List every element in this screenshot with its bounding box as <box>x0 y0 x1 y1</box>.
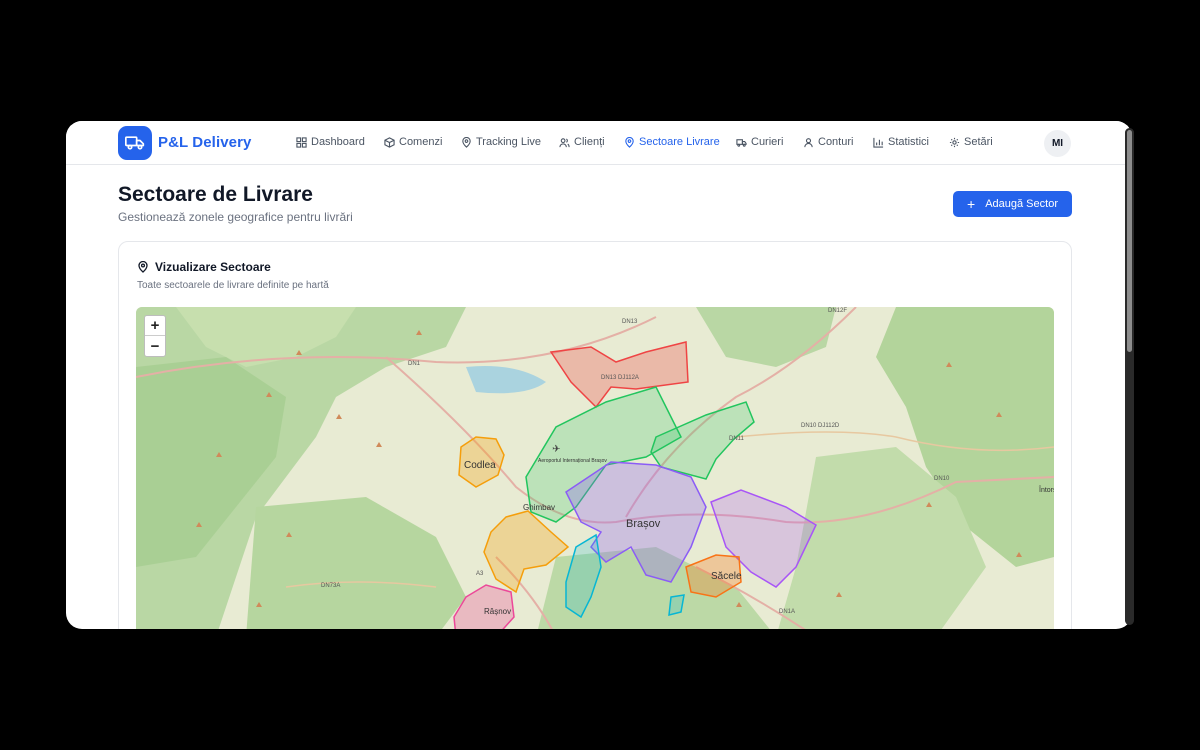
page-title: Sectoare de Livrare <box>118 183 313 206</box>
nav-item-label: Tracking Live <box>476 136 542 148</box>
nav-item-conturi[interactable]: Conturi <box>803 136 853 148</box>
add-sector-button[interactable]: + Adaugă Sector <box>953 191 1072 217</box>
nav-item-label: Comenzi <box>399 136 443 148</box>
road-label: DN1 <box>408 361 421 367</box>
road-label: DN13 <box>622 319 638 325</box>
scrollbar-thumb[interactable] <box>1127 130 1132 352</box>
nav-item-label: Conturi <box>818 136 854 148</box>
add-sector-label: Adaugă Sector <box>985 198 1058 210</box>
zoom-out-button[interactable]: − <box>145 336 165 356</box>
bar-chart-icon <box>873 137 884 148</box>
nav-item-dashboard[interactable]: Dashboard <box>296 136 365 148</box>
nav-item-label: Setări <box>964 136 993 148</box>
grid-icon <box>296 136 307 148</box>
map-pin-icon <box>138 261 148 273</box>
sector-polygon <box>668 594 685 616</box>
town-label: Ghimbav <box>523 503 555 512</box>
scrollbar[interactable] <box>1125 128 1134 625</box>
user-icon <box>804 137 813 147</box>
nav-item-statistici[interactable]: Statistici <box>873 136 929 148</box>
nav-item-tracking-live[interactable]: Tracking Live <box>461 136 541 148</box>
nav-item-setari[interactable]: Setări <box>949 136 993 148</box>
top-navigation-bar: P&L Delivery Dashboard Comenzi Tracking … <box>66 121 1132 165</box>
road-label: DN11 <box>729 436 745 442</box>
nav-item-curieri[interactable]: Curieri <box>736 136 783 148</box>
package-icon <box>384 136 395 148</box>
town-label: Râșnov <box>484 607 511 616</box>
logo[interactable] <box>118 126 152 160</box>
card-title: Vizualizare Sectoare <box>155 260 271 274</box>
nav-item-label: Clienți <box>574 136 605 148</box>
truck-icon <box>736 138 747 147</box>
town-label: Codlea <box>464 460 496 471</box>
plus-icon: + <box>967 196 976 212</box>
nav-item-comenzi[interactable]: Comenzi <box>384 136 442 148</box>
zoom-controls: + − <box>144 315 166 357</box>
map-canvas[interactable]: ✈ Codlea Brașov Săcele Râșnov Ghimbav Ae… <box>136 307 1054 629</box>
app-window: P&L Delivery Dashboard Comenzi Tracking … <box>66 121 1132 629</box>
page-subtitle: Gestionează zonele geografice pentru liv… <box>118 210 353 224</box>
users-icon <box>559 137 570 147</box>
road-label: DN13 DJ112A <box>601 375 639 381</box>
road-label: DN10 DJ112D <box>801 423 840 429</box>
road-label: DN10 <box>934 476 950 482</box>
town-label: Săcele <box>711 571 742 582</box>
map-pin-icon <box>625 136 634 148</box>
road-label: DN73A <box>321 583 340 589</box>
nav-item-sectoare-livrare[interactable]: Sectoare Livrare <box>624 136 720 148</box>
town-label: Aeroportul Internațional Brașov <box>538 458 607 464</box>
nav-item-label: Sectoare Livrare <box>639 136 720 148</box>
nav-item-label: Dashboard <box>311 136 365 148</box>
gear-icon <box>949 137 960 147</box>
road-label: A3 <box>476 571 484 577</box>
town-label: Întorsura <box>1038 485 1054 494</box>
user-avatar[interactable]: MI <box>1044 130 1071 157</box>
nav-item-label: Curieri <box>751 136 784 148</box>
nav-item-label: Statistici <box>888 136 929 148</box>
nav-item-clienti[interactable]: Clienți <box>559 136 605 148</box>
sectors-map[interactable]: ✈ Codlea Brașov Săcele Râșnov Ghimbav Ae… <box>136 307 1054 629</box>
town-label: Brașov <box>626 518 661 530</box>
card-header: Vizualizare Sectoare <box>137 260 271 274</box>
road-label: DN1A <box>779 609 795 615</box>
brand-name[interactable]: P&L Delivery <box>158 134 251 151</box>
card-subtitle: Toate sectoarele de livrare definite pe … <box>137 280 329 291</box>
road-label: DN12F <box>828 308 847 314</box>
truck-icon <box>125 136 145 150</box>
airport-icon: ✈ <box>552 444 560 455</box>
zoom-in-button[interactable]: + <box>145 316 165 336</box>
map-pin-icon <box>462 136 471 148</box>
